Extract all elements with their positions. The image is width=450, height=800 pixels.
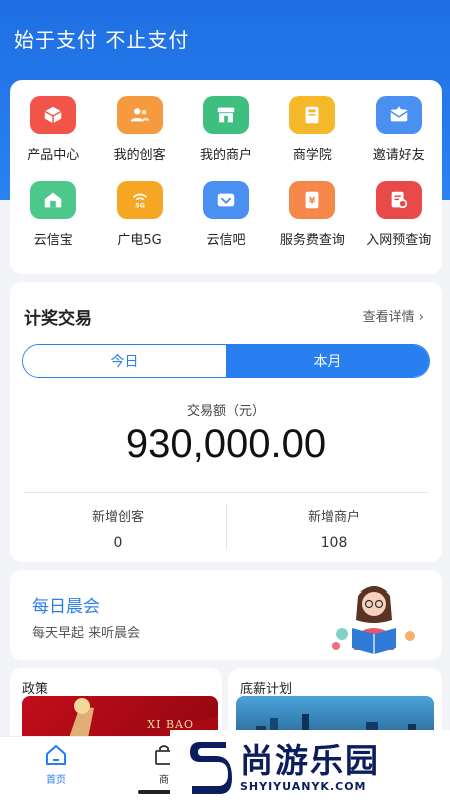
svg-text:5G: 5G bbox=[135, 201, 145, 209]
grid-item-label: 产品中心 bbox=[27, 148, 80, 163]
tab-home[interactable]: 首页 bbox=[26, 743, 86, 786]
grid-item-my-makers[interactable]: 我的创客 bbox=[96, 96, 182, 163]
divider bbox=[24, 492, 428, 493]
morning-meeting-title: 每日晨会 bbox=[32, 597, 100, 617]
view-details-link[interactable]: 查看详情 › bbox=[363, 306, 424, 325]
policy-title: 政策 bbox=[22, 682, 49, 697]
grid-item-label: 邀请好友 bbox=[372, 148, 425, 163]
envelope-icon bbox=[375, 96, 422, 134]
watermark-cn-text: 尚游乐园 bbox=[240, 741, 380, 780]
yen-doc-icon: ¥ bbox=[289, 181, 336, 219]
function-grid-card: 产品中心 我的创客 我的商户 商学院 邀请好友 云信宝 5G 广电5G 云信吧 … bbox=[10, 80, 442, 274]
grid-item-label: 我的商户 bbox=[199, 148, 252, 163]
morning-meeting-card[interactable]: 每日晨会 每天早起 来听晨会 bbox=[10, 570, 442, 660]
watermark-en-text: SHYIYUANYK.COM bbox=[240, 780, 367, 793]
new-merchants-value: 108 bbox=[320, 535, 348, 551]
grid-item-yunxinbao[interactable]: 云信宝 bbox=[10, 181, 96, 248]
base-salary-title: 底薪计划 bbox=[240, 682, 293, 697]
chevron-right-icon: › bbox=[418, 310, 424, 325]
grid-item-invite-friends[interactable]: 邀请好友 bbox=[356, 96, 442, 163]
search-doc-icon bbox=[375, 181, 422, 219]
users-icon bbox=[116, 96, 163, 134]
tab-this-month[interactable]: 本月 bbox=[226, 345, 429, 377]
signal-5g-icon: 5G bbox=[116, 181, 163, 219]
period-toggle: 今日 本月 bbox=[22, 344, 430, 378]
grid-item-label: 云信宝 bbox=[33, 233, 73, 248]
grid-item-label: 商学院 bbox=[292, 148, 332, 163]
new-merchants-stat: 新增商户 108 bbox=[226, 506, 442, 551]
grid-item-label: 云信吧 bbox=[206, 233, 246, 248]
tab-today[interactable]: 今日 bbox=[23, 345, 226, 377]
book-icon bbox=[289, 96, 336, 134]
new-makers-value: 0 bbox=[113, 535, 123, 551]
grid-item-broadcast-5g[interactable]: 5G 广电5G bbox=[96, 181, 182, 248]
grid-item-service-fee-query[interactable]: ¥ 服务费查询 bbox=[269, 181, 355, 248]
grid-item-my-merchants[interactable]: 我的商户 bbox=[183, 96, 269, 163]
stats-title: 计奖交易 bbox=[24, 309, 92, 329]
amount-label: 交易额（元） bbox=[186, 404, 265, 419]
tab-shop-label: 商 bbox=[159, 775, 169, 786]
transaction-amount: 930,000.00 bbox=[125, 422, 327, 466]
grid-item-business-school[interactable]: 商学院 bbox=[269, 96, 355, 163]
function-grid: 产品中心 我的创客 我的商户 商学院 邀请好友 云信宝 5G 广电5G 云信吧 … bbox=[10, 96, 442, 248]
store-icon bbox=[202, 96, 249, 134]
tab-home-label: 首页 bbox=[46, 775, 66, 786]
morning-meeting-subtitle: 每天早起 来听晨会 bbox=[32, 626, 141, 641]
new-makers-stat: 新增创客 0 bbox=[10, 506, 226, 551]
new-makers-label: 新增创客 bbox=[91, 510, 144, 525]
view-details-label: 查看详情 bbox=[362, 310, 415, 325]
grid-item-label: 服务费查询 bbox=[279, 233, 345, 248]
grid-item-product-center[interactable]: 产品中心 bbox=[10, 96, 96, 163]
slogan: 始于支付 不止支付 bbox=[14, 28, 190, 52]
grid-item-pre-access-query[interactable]: 入网预查询 bbox=[356, 181, 442, 248]
new-merchants-label: 新增商户 bbox=[307, 510, 360, 525]
chevron-box-icon bbox=[202, 181, 249, 219]
watermark-s-logo-icon bbox=[190, 742, 232, 794]
watermark: 尚游乐园 SHYIYUANYK.COM bbox=[170, 730, 450, 800]
grid-item-label: 我的创客 bbox=[113, 148, 166, 163]
grid-item-label: 广电5G bbox=[117, 233, 162, 248]
svg-text:¥: ¥ bbox=[309, 196, 316, 207]
box-icon bbox=[30, 96, 77, 134]
reading-girl-illustration bbox=[332, 586, 415, 654]
grid-item-label: 入网预查询 bbox=[366, 233, 432, 248]
home-shield-icon bbox=[30, 181, 77, 219]
home-icon bbox=[46, 744, 66, 765]
transaction-stats-card: 计奖交易 查看详情 › 今日 本月 交易额（元） 930,000.00 新增创客… bbox=[10, 282, 442, 562]
grid-item-yunxinba[interactable]: 云信吧 bbox=[183, 181, 269, 248]
